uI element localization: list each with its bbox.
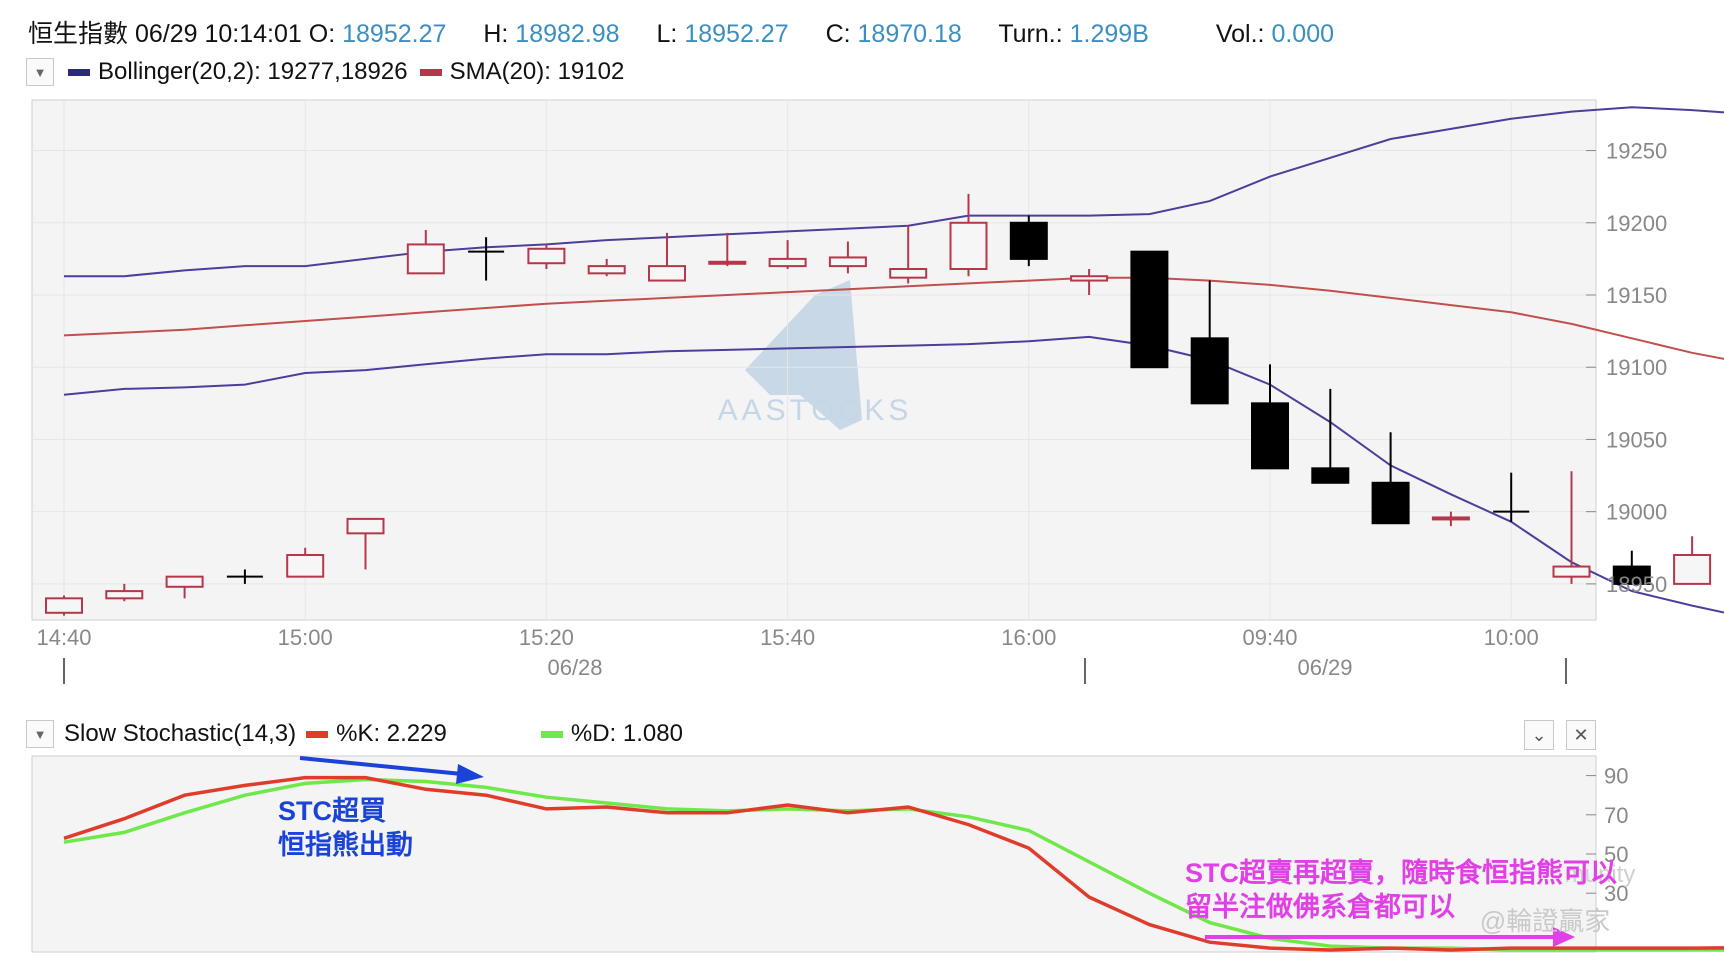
time-tick-label: 15:00: [278, 625, 333, 650]
stochastic-chart[interactable]: 30507090 STC超買 恒指熊出動 munity STC超賣再超賣，隨時食…: [0, 740, 1724, 970]
candle-up: [1431, 516, 1470, 521]
candle-up: [828, 256, 867, 268]
watermark-text: AASTOCKS: [718, 394, 913, 427]
time-tick-label: 15:20: [519, 625, 574, 650]
candle-down: [1130, 250, 1169, 369]
candle-up: [165, 575, 204, 588]
candle-up: [286, 554, 325, 578]
stoch-tick-label: 70: [1604, 803, 1628, 828]
candle-up: [889, 268, 928, 279]
candle-up: [768, 257, 807, 268]
date-label-0628: 06/28: [547, 655, 602, 680]
price-y-axis: 18950 19000 19050 19100 19150 19200 19250: [1586, 139, 1667, 597]
time-tick-label: 14:40: [36, 625, 91, 650]
candle-up: [406, 243, 445, 275]
price-tick-label: 19050: [1606, 427, 1667, 452]
pink-note-line1: STC超賣再超賣，隨時食恒指熊可以: [1185, 857, 1617, 888]
stoch-plot-area: [31, 755, 1597, 953]
time-tick-label: 09:40: [1242, 625, 1297, 650]
price-tick-label: 19000: [1606, 500, 1667, 525]
candle-up: [949, 221, 988, 270]
candle-up: [45, 597, 83, 614]
d-swatch: [540, 730, 563, 738]
time-tick-label: 16:00: [1001, 625, 1056, 650]
candle-up: [1673, 554, 1712, 585]
candle-up: [1070, 275, 1109, 282]
price-tick-label: 19200: [1606, 211, 1667, 236]
candle-up: [346, 517, 385, 535]
candle-down: [1371, 481, 1410, 525]
price-tick-label: 19100: [1606, 355, 1667, 380]
price-tick-label: 19250: [1606, 139, 1667, 164]
time-tick-label: 10:00: [1484, 625, 1539, 650]
price-tick-label: 18950: [1606, 572, 1667, 597]
candle-up: [1552, 565, 1591, 578]
candle-down: [1311, 467, 1350, 484]
price-tick-label: 19150: [1606, 283, 1667, 308]
candle-down: [1009, 221, 1048, 260]
blue-note-line2: 恒指熊出動: [278, 829, 413, 860]
candle-up: [708, 260, 747, 265]
candle-up: [648, 265, 686, 282]
k-swatch: [306, 730, 329, 738]
candle-down: [1190, 337, 1229, 405]
stoch-tick-label: 90: [1604, 764, 1628, 789]
date-label-0629: 06/29: [1297, 655, 1352, 680]
time-tick-label: 15:40: [760, 625, 815, 650]
candle-up: [527, 247, 566, 265]
candle-up: [587, 265, 626, 275]
candle-down: [1251, 402, 1289, 470]
price-chart[interactable]: AASTOCKS 1895019000190501910019150192001…: [0, 0, 1724, 700]
candle-up: [105, 590, 144, 600]
time-x-axis: 14:40 15:00 15:20 15:40 16:00 09:40 10:00: [36, 625, 1538, 650]
pink-note-line2: 留半注做佛系倉都可以: [1185, 891, 1455, 922]
blue-note-line1: STC超買: [278, 796, 386, 826]
credit-text: @輪證贏家: [1480, 906, 1610, 936]
